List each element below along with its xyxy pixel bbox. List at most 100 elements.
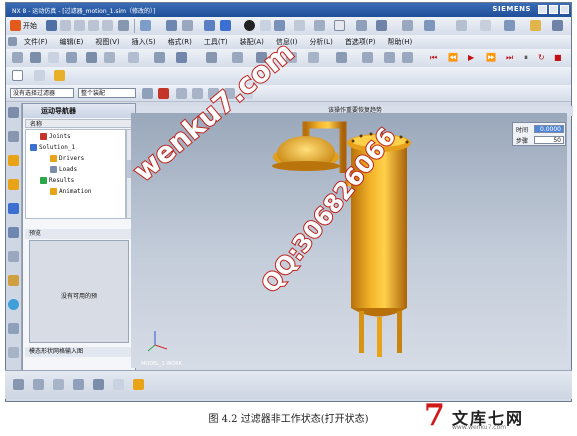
wcs-icon[interactable] xyxy=(356,20,367,31)
tool-5-icon[interactable] xyxy=(93,379,104,390)
tool-2-icon[interactable] xyxy=(33,379,44,390)
render-style-icon[interactable] xyxy=(244,20,255,31)
close-button[interactable] xyxy=(560,5,569,14)
step-forward-icon[interactable]: ⏩ xyxy=(486,53,496,62)
start-button[interactable]: 开始 xyxy=(23,21,37,31)
environment-icon[interactable] xyxy=(12,52,23,63)
step-back-icon[interactable]: ⏪ xyxy=(448,53,458,62)
damper-icon[interactable] xyxy=(104,52,115,63)
roles-icon[interactable] xyxy=(8,323,19,334)
tree-row[interactable]: Drivers xyxy=(50,154,84,164)
tool-7-icon[interactable] xyxy=(133,379,144,390)
more-icon[interactable] xyxy=(552,20,563,31)
spring-icon[interactable] xyxy=(86,52,97,63)
snap-icon[interactable] xyxy=(158,88,169,99)
constraint-navigator-icon[interactable] xyxy=(8,131,19,142)
menu-icon[interactable] xyxy=(8,37,17,46)
function-icon[interactable] xyxy=(66,52,77,63)
assembly-icon[interactable] xyxy=(424,20,435,31)
tree-row[interactable]: Solution_1 xyxy=(30,143,75,153)
rewind-icon[interactable]: ⏮ xyxy=(430,53,437,63)
menu-item[interactable]: 装配(A) xyxy=(240,37,264,47)
measure-icon[interactable] xyxy=(402,20,413,31)
tree-row[interactable]: Animation xyxy=(50,187,92,197)
cube-view-icon[interactable] xyxy=(204,20,215,31)
back-icon[interactable] xyxy=(384,52,395,63)
menu-item[interactable]: 插入(S) xyxy=(132,37,156,47)
torque-icon[interactable] xyxy=(206,52,217,63)
name-column-header[interactable]: 名称 xyxy=(25,119,133,128)
menu-item[interactable]: 格式(R) xyxy=(168,37,192,47)
show-hide-icon[interactable] xyxy=(314,20,325,31)
tree-row[interactable]: Results xyxy=(40,176,74,186)
time-field[interactable]: 0.0000 xyxy=(534,125,564,133)
layer-icon[interactable] xyxy=(294,20,305,31)
stop-icon[interactable]: ■ xyxy=(554,53,562,62)
table-icon[interactable] xyxy=(480,20,491,31)
play-icon[interactable]: ▶ xyxy=(468,53,474,62)
history-icon[interactable] xyxy=(8,251,19,262)
force-icon[interactable] xyxy=(176,52,187,63)
menu-item[interactable]: 分析(L) xyxy=(309,37,332,47)
joint-icon[interactable] xyxy=(48,52,59,63)
motion-navigator-icon[interactable] xyxy=(8,347,19,358)
ruler-icon[interactable] xyxy=(530,20,541,31)
menu-item[interactable]: 编辑(E) xyxy=(60,37,84,47)
pause-icon[interactable]: ⏸ xyxy=(524,53,528,63)
start-icon[interactable] xyxy=(10,20,21,31)
maximize-button[interactable] xyxy=(549,5,558,14)
tree-row[interactable]: Joints xyxy=(40,132,71,142)
tool-1-icon[interactable] xyxy=(13,379,24,390)
undo-icon[interactable] xyxy=(118,20,129,31)
minimize-button[interactable] xyxy=(538,5,547,14)
assembly-scope-dropdown[interactable]: 整个装配 xyxy=(78,88,136,98)
step-field[interactable]: 50 xyxy=(534,136,564,144)
tree-row[interactable]: Loads xyxy=(50,165,77,175)
web-browser-icon[interactable] xyxy=(8,227,19,238)
save-icon[interactable] xyxy=(46,20,57,31)
deselect-icon[interactable] xyxy=(192,88,203,99)
select-all-icon[interactable] xyxy=(176,88,187,99)
hd3d-icon[interactable] xyxy=(8,203,19,214)
export-icon[interactable] xyxy=(362,52,373,63)
solver-icon[interactable] xyxy=(232,52,243,63)
sensor-icon[interactable] xyxy=(336,52,347,63)
tool-3-icon[interactable] xyxy=(53,379,64,390)
dependency-header[interactable]: 模态形状网格输入图 xyxy=(25,347,133,357)
end-icon[interactable]: ⏭ xyxy=(506,53,513,63)
fit-view-icon[interactable] xyxy=(140,20,151,31)
system-materials-icon[interactable] xyxy=(8,299,19,310)
analysis-icon[interactable] xyxy=(376,20,387,31)
orient-view-icon[interactable] xyxy=(274,20,285,31)
copy-icon[interactable] xyxy=(74,20,85,31)
forward-icon[interactable] xyxy=(402,52,413,63)
reuse-library-icon[interactable] xyxy=(8,179,19,190)
assembly-navigator-icon[interactable] xyxy=(8,107,19,118)
part-navigator-icon[interactable] xyxy=(8,155,19,166)
paste-icon[interactable] xyxy=(88,20,99,31)
shaded-cube-icon[interactable] xyxy=(220,20,231,31)
contact-icon[interactable] xyxy=(128,52,139,63)
graphics-window[interactable]: MODEL_1 WORK xyxy=(131,113,567,368)
selection-filter-dropdown[interactable]: 没有选择过滤器 xyxy=(10,88,74,98)
cut-icon[interactable] xyxy=(60,20,71,31)
palette-icon[interactable] xyxy=(8,275,19,286)
delete-icon[interactable] xyxy=(102,20,113,31)
color-icon[interactable] xyxy=(334,20,345,31)
tool-4-icon[interactable] xyxy=(73,379,84,390)
rotate-icon[interactable] xyxy=(182,20,193,31)
grid-icon[interactable] xyxy=(34,70,45,81)
select-icon[interactable] xyxy=(260,20,271,31)
filter-option-icon[interactable] xyxy=(142,88,153,99)
sketch-icon[interactable] xyxy=(54,70,65,81)
info-icon[interactable] xyxy=(504,20,515,31)
link-icon[interactable] xyxy=(30,52,41,63)
menu-item[interactable]: 文件(F) xyxy=(24,37,48,47)
tool-6-icon[interactable] xyxy=(113,379,124,390)
marker-icon[interactable] xyxy=(154,52,165,63)
menu-item[interactable]: 工具(T) xyxy=(204,37,228,47)
menu-item[interactable]: 帮助(H) xyxy=(388,37,413,47)
preview-header[interactable]: 预览 xyxy=(25,229,133,239)
zoom-icon[interactable] xyxy=(166,20,177,31)
new-sheet-icon[interactable] xyxy=(12,70,23,81)
